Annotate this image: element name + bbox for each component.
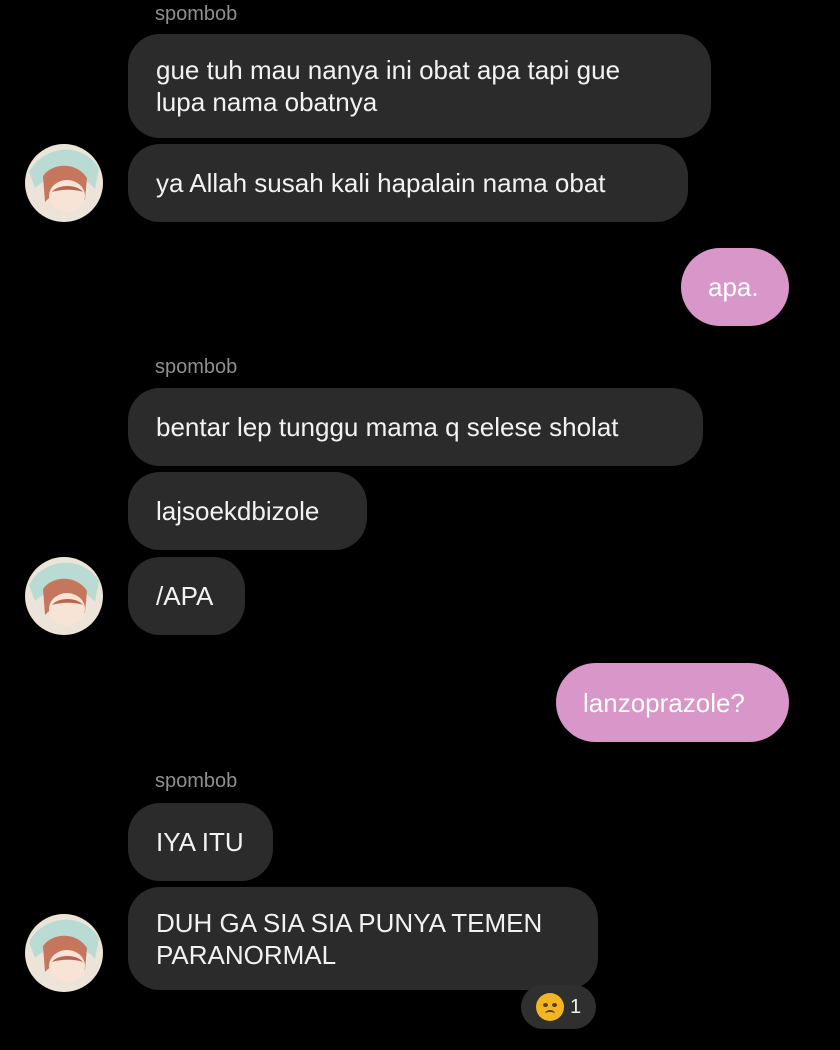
sender-name: spombob [155,356,238,378]
outgoing-message-bubble[interactable]: lanzoprazole? [556,663,789,742]
incoming-message-bubble[interactable]: DUH GA SIA SIA PUNYA TEMEN PARANORMAL [128,887,598,990]
incoming-message-bubble[interactable]: gue tuh mau nanya ini obat apa tapi gue … [128,34,711,138]
avatar[interactable] [25,144,103,222]
avatar-image [29,562,99,625]
angry-face-icon [535,993,564,1021]
reaction-badge[interactable]: 1 [521,985,596,1029]
incoming-message-bubble[interactable]: ya Allah susah kali hapalain nama obat [128,144,688,222]
avatar[interactable] [25,557,103,635]
sender-name: spombob [155,770,238,792]
reaction-count: 1 [569,995,582,1018]
incoming-message-bubble[interactable]: /APA [128,557,245,635]
incoming-message-bubble[interactable]: bentar lep tunggu mama q selese sholat [128,388,703,466]
avatar-image [29,919,99,982]
outgoing-message-bubble[interactable]: apa. [681,248,789,326]
incoming-message-bubble[interactable]: lajsoekdbizole [128,472,367,550]
avatar-image [29,149,99,212]
incoming-message-bubble[interactable]: IYA ITU [128,803,273,881]
sender-name: spombob [155,3,238,25]
avatar[interactable] [25,914,103,992]
